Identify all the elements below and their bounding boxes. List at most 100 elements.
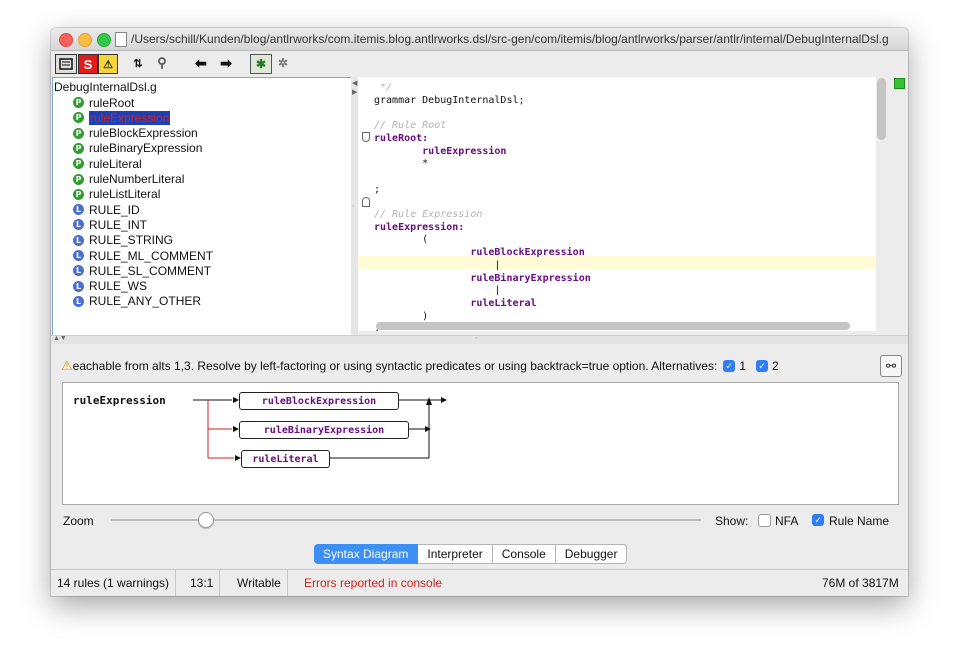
tree-item[interactable]: L RULE_SL_COMMENT [73, 263, 211, 278]
tree-item-label: RULE_INT [89, 217, 148, 232]
zoom-row: Zoom Show: NFA ✓ Rule Name [63, 508, 898, 532]
tree-item[interactable]: L RULE_STRING [73, 233, 173, 248]
fold-icon[interactable] [362, 197, 370, 207]
cursor-position: 13:1 [184, 570, 221, 596]
horizontal-splitter[interactable]: ▲▼ ◦ [51, 335, 908, 344]
tree-item[interactable]: PruleBinaryExpression [73, 141, 202, 156]
code-line[interactable]: // Rule Root [374, 119, 446, 132]
find-icon[interactable]: ⚲ [155, 54, 169, 72]
rule-name-checkbox[interactable]: ✓ [812, 514, 824, 526]
tree-item[interactable]: L RULE_INT [73, 217, 147, 232]
splitter-grip-icon[interactable]: ◦ [475, 335, 477, 342]
warning-bar: ⚠ eachable from alts 1,3. Resolve by lef… [61, 352, 902, 380]
code-line[interactable]: ) [374, 310, 428, 323]
code-line[interactable]: ruleBlockExpression [374, 246, 584, 259]
tree-item-label: ruleNumberLiteral [89, 172, 185, 186]
memory-usage: 76M of 3817M [822, 576, 899, 590]
alternative-1-checkbox[interactable]: ✓ [723, 360, 736, 372]
show-label: Show: [715, 514, 749, 528]
tree-item[interactable]: L RULE_ID [73, 202, 140, 217]
fold-icon[interactable] [362, 132, 370, 142]
editor-horizontal-scrollbar[interactable] [376, 322, 850, 330]
vertical-splitter[interactable]: ◀ ▶ ◦ [351, 77, 358, 335]
tree-item[interactable]: L RULE_WS [73, 279, 147, 294]
app-window: /Users/schill/Kunden/blog/antlrworks/com… [51, 28, 908, 596]
lexer-rule-icon: L [73, 204, 84, 216]
diagram-alt-literal[interactable]: ruleLiteral [241, 450, 330, 468]
tree-item-label: RULE_SL_COMMENT [89, 263, 212, 278]
tree-item[interactable]: L RULE_ML_COMMENT [73, 248, 213, 263]
tab-interpreter[interactable]: Interpreter [418, 544, 493, 564]
collapse-up-icon[interactable]: ▲▼ [53, 335, 67, 342]
code-line[interactable]: grammar DebugInternalDsl; [374, 94, 525, 107]
write-mode: Writable [231, 570, 288, 596]
bug-icon[interactable]: ✲ [275, 54, 291, 72]
diagram-alt-block-expression[interactable]: ruleBlockExpression [239, 392, 399, 410]
close-window-button[interactable] [59, 33, 73, 47]
tree-item-label: RULE_WS [89, 279, 148, 294]
warning-button[interactable]: ⚠ [98, 54, 118, 74]
nfa-label: NFA [775, 514, 799, 528]
tab-console[interactable]: Console [492, 544, 556, 564]
tree-item[interactable]: PruleBlockExpression [73, 126, 198, 141]
collapse-right-icon[interactable]: ▶ [352, 88, 357, 96]
window-title: /Users/schill/Kunden/blog/antlrworks/com… [131, 32, 889, 46]
tab-syntax-diagram[interactable]: Syntax Diagram [314, 544, 419, 564]
code-line[interactable]: ; [374, 183, 380, 196]
code-line[interactable]: | [374, 284, 500, 297]
zoom-window-button[interactable] [97, 33, 111, 47]
code-line[interactable]: ruleBinaryExpression [374, 272, 590, 285]
rules-count: 14 rules (1 warnings) [51, 570, 177, 596]
tree-item-label: ruleBinaryExpression [89, 141, 203, 156]
forward-button[interactable]: ➡ [218, 54, 234, 72]
debug-icon[interactable]: ✱ [250, 54, 272, 74]
tree-item-label: ruleListLiteral [89, 187, 161, 202]
tree-item[interactable]: PruleListLiteral [73, 187, 160, 202]
collapse-left-icon[interactable]: ◀ [352, 79, 357, 87]
code-line[interactable]: // Rule Expression [374, 208, 482, 221]
code-line[interactable]: * [374, 157, 428, 170]
lexer-rule-icon: L [73, 219, 84, 231]
diagram-lines [193, 397, 447, 461]
syntax-diagram: ruleExpression ruleBlockExpression ruleB… [62, 382, 899, 505]
code-line[interactable]: | [374, 259, 500, 272]
code-line[interactable]: ruleExpression [374, 145, 506, 158]
tree-item[interactable]: L RULE_ANY_OTHER [73, 294, 201, 309]
zoom-slider-thumb[interactable] [198, 512, 215, 528]
code-editor[interactable]: */grammar DebugInternalDsl;// Rule Root r… [358, 77, 876, 331]
alternative-2-checkbox[interactable]: ✓ [756, 360, 769, 372]
save-icon[interactable] [55, 54, 77, 74]
tab-debugger[interactable]: Debugger [555, 544, 628, 564]
tree-item[interactable]: PruleRoot [73, 95, 134, 110]
code-line[interactable]: */ [374, 81, 392, 94]
parser-rule-icon: P [73, 173, 84, 185]
document-icon [115, 32, 127, 47]
splitter-grip-icon[interactable]: ◦ [352, 203, 354, 210]
code-line[interactable]: ruleLiteral [374, 297, 536, 310]
alternative-1-label: 1 [739, 359, 747, 373]
minimize-window-button[interactable] [78, 33, 92, 47]
tree-root[interactable]: DebugInternalDsl.g [54, 80, 157, 94]
sort-icon[interactable]: ⇅ [131, 54, 145, 72]
parser-rule-icon: P [73, 188, 84, 200]
tree-item[interactable]: PruleNumberLiteral [73, 172, 184, 187]
editor-vertical-scrollbar[interactable] [877, 78, 886, 140]
s-button[interactable]: S [78, 54, 98, 74]
back-button[interactable]: ⬅ [193, 54, 209, 72]
parser-rule-icon: P [73, 112, 84, 124]
error-status[interactable]: Errors reported in console [298, 570, 448, 596]
diagram-alt-binary-expression[interactable]: ruleBinaryExpression [239, 421, 409, 439]
code-line[interactable]: ( [374, 233, 428, 246]
tree-item[interactable]: PruleLiteral [73, 156, 142, 171]
bottom-tabs: Syntax Diagram Interpreter Console Debug… [314, 544, 628, 564]
code-line[interactable]: ruleRoot: [374, 132, 428, 145]
rule-tree[interactable]: DebugInternalDsl.g PruleRoot PruleExpress… [52, 77, 352, 337]
code-line[interactable]: ruleExpression: [374, 221, 464, 234]
nfa-checkbox[interactable] [758, 514, 771, 527]
rule-name-label: Rule Name [829, 514, 890, 528]
title-bar: /Users/schill/Kunden/blog/antlrworks/com… [51, 28, 908, 51]
parser-rule-icon: P [73, 97, 84, 108]
tree-item[interactable]: PruleExpression [73, 110, 171, 125]
link-icon[interactable]: ⚯ [880, 355, 902, 377]
parser-rule-icon: P [73, 158, 84, 170]
